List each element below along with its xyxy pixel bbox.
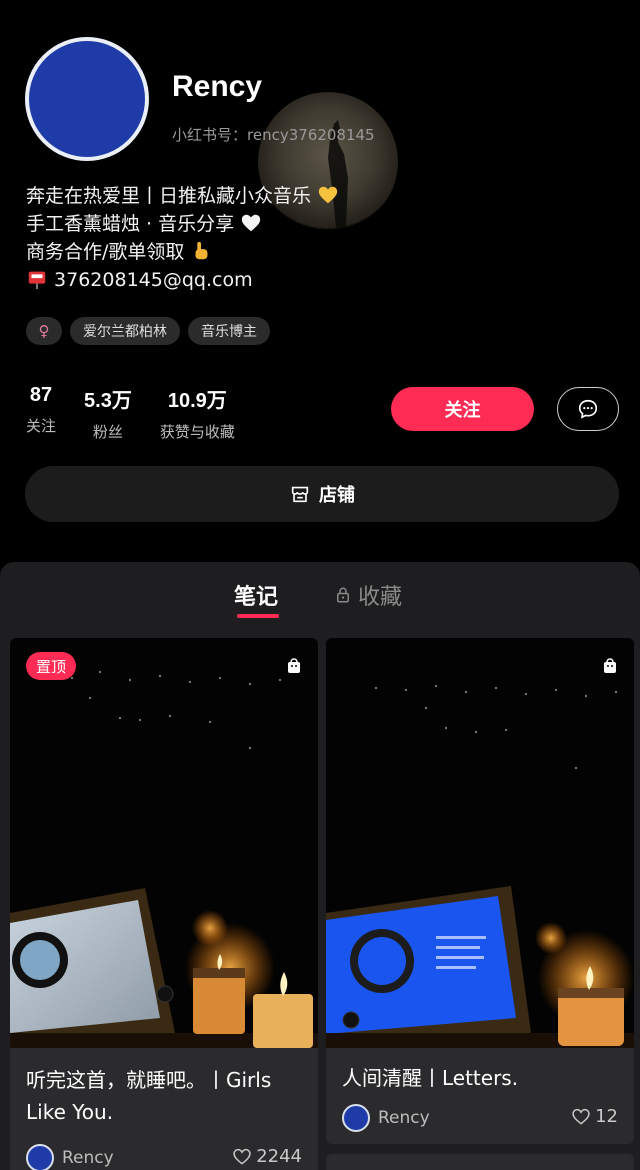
stat-value: 5.3万	[84, 390, 132, 412]
bio-text: 商务合作/歌单领取	[26, 241, 185, 263]
bio-line: 商务合作/歌单领取	[26, 238, 586, 266]
author-avatar	[26, 1144, 54, 1170]
author-name: Rency	[62, 1148, 114, 1168]
note-author[interactable]: Rency	[26, 1144, 114, 1170]
tab-notes[interactable]: 笔记	[234, 579, 278, 611]
tab-label: 收藏	[358, 585, 403, 610]
author-avatar	[342, 1104, 370, 1132]
shopping-bag-icon	[288, 658, 300, 673]
notes-panel: 笔记 收藏 置顶 听完这首，就睡吧。丨Girls Like You. Rency…	[0, 562, 640, 1170]
message-button[interactable]	[557, 387, 619, 431]
bio-line: 手工香薰蜡烛 · 音乐分享	[26, 210, 586, 238]
like-count-value: 2244	[256, 1146, 302, 1167]
tab-collections[interactable]: 收藏	[334, 579, 402, 611]
pointing-down-icon	[195, 241, 208, 260]
cover-scene	[10, 671, 318, 1048]
avatar[interactable]	[25, 37, 149, 161]
mailbox-icon	[28, 271, 46, 290]
category-tag[interactable]: 音乐博主	[188, 317, 270, 345]
location-tag: 爱尔兰都柏林	[70, 317, 180, 345]
store-icon	[291, 486, 309, 503]
white-heart-icon	[242, 214, 261, 232]
tab-label: 笔记	[234, 585, 279, 610]
like-count[interactable]: 12	[571, 1106, 618, 1127]
shop-button[interactable]: 店铺	[25, 466, 619, 522]
cover-scene	[326, 685, 634, 1048]
profile-tags: ♀ 爱尔兰都柏林 音乐博主	[26, 317, 270, 345]
lock-icon	[337, 587, 349, 603]
profile-id[interactable]: 小红书号：rency376208145	[172, 124, 375, 145]
like-count-value: 12	[595, 1106, 618, 1127]
note-card[interactable]: 置顶 听完这首，就睡吧。丨Girls Like You. Rency 2244	[10, 638, 318, 1170]
bio-text: 手工香薰蜡烛 · 音乐分享	[26, 213, 235, 235]
like-count[interactable]: 2244	[232, 1146, 302, 1167]
pinned-badge: 置顶	[26, 652, 77, 680]
yellow-heart-icon	[318, 186, 338, 204]
shop-label: 店铺	[319, 485, 355, 506]
profile-stats: 87 关注 5.3万 粉丝 10.9万 获赞与收藏	[26, 384, 263, 442]
stat-likes-collects[interactable]: 10.9万 获赞与收藏	[160, 384, 235, 442]
stat-label: 关注	[26, 417, 57, 435]
note-cover-image	[326, 638, 634, 1048]
bio-line: 奔走在热爱里丨日推私藏小众音乐	[26, 182, 586, 210]
bio-email: 376208145@qq.com	[54, 269, 253, 291]
shopping-bag-icon	[604, 658, 616, 673]
note-author[interactable]: Rency	[342, 1104, 430, 1132]
note-card[interactable]: 人间清醒丨Letters. Rency 12	[326, 638, 634, 1144]
active-tab-indicator	[237, 614, 279, 618]
stat-followers[interactable]: 5.3万 粉丝	[84, 384, 132, 442]
stat-label: 获赞与收藏	[159, 423, 235, 441]
follow-button[interactable]: 关注	[391, 387, 534, 431]
profile-tabs: 笔记 收藏	[0, 562, 640, 628]
bio-line: 376208145@qq.com	[26, 266, 586, 294]
stat-value: 87	[29, 384, 53, 406]
profile-name: Rency	[172, 70, 263, 103]
profile-bio: 奔走在热爱里丨日推私藏小众音乐 手工香薰蜡烛 · 音乐分享 商务合作/歌单领取	[26, 182, 586, 294]
stat-value: 10.9万	[167, 390, 227, 412]
stat-label: 粉丝	[92, 423, 123, 441]
gender-tag: ♀	[26, 317, 62, 345]
heart-icon	[233, 1148, 251, 1165]
note-cover-image	[10, 638, 318, 1048]
profile-header: Rency 小红书号：rency376208145 奔走在热爱里丨日推私藏小众音…	[0, 0, 640, 560]
bio-text: 奔走在热爱里丨日推私藏小众音乐	[26, 185, 312, 207]
heart-icon	[572, 1108, 590, 1125]
note-title: 人间清醒丨Letters.	[342, 1066, 519, 1090]
chat-bubble-icon	[578, 399, 598, 419]
author-name: Rency	[378, 1108, 430, 1128]
note-card[interactable]	[326, 1154, 634, 1170]
note-title: 听完这首，就睡吧。丨Girls Like You.	[26, 1068, 272, 1124]
stat-following[interactable]: 87 关注	[26, 384, 56, 442]
